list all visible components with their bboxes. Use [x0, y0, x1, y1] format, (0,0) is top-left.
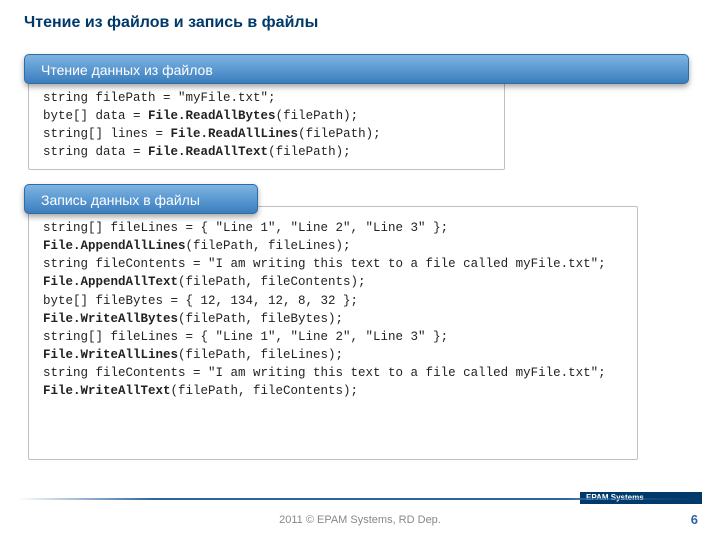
code-line: byte[] fileBytes = { 12, 134, 12, 8, 32 … — [43, 292, 623, 310]
code-line: string fileContents = "I am writing this… — [43, 364, 623, 382]
code-block-read: string filePath = "myFile.txt";byte[] da… — [29, 77, 504, 172]
code-line: string[] fileLines = { "Line 1", "Line 2… — [43, 328, 623, 346]
code-bold: File.ReadAllLines — [171, 127, 299, 141]
code-bold: File.AppendAllText — [43, 275, 178, 289]
code-bold: File.WriteAllLines — [43, 348, 178, 362]
code-line: File.WriteAllLines(filePath, fileLines); — [43, 346, 623, 364]
code-panel-read: string filePath = "myFile.txt";byte[] da… — [28, 76, 505, 170]
code-bold: File.WriteAllBytes — [43, 312, 178, 326]
code-bold: File.WriteAllText — [43, 384, 171, 398]
page-number: 6 — [691, 512, 698, 527]
code-bold: File.ReadAllText — [148, 145, 268, 159]
copyright: 2011 © EPAM Systems, RD Dep. — [0, 514, 720, 526]
footer: EPAM Systems 2011 © EPAM Systems, RD Dep… — [0, 492, 720, 540]
code-bold: File.ReadAllBytes — [148, 109, 276, 123]
code-line: File.WriteAllText(filePath, fileContents… — [43, 382, 623, 400]
code-line: string filePath = "myFile.txt"; — [43, 89, 490, 107]
code-line: string data = File.ReadAllText(filePath)… — [43, 143, 490, 161]
code-line: string[] lines = File.ReadAllLines(fileP… — [43, 125, 490, 143]
code-panel-write: string[] fileLines = { "Line 1", "Line 2… — [28, 206, 638, 460]
code-line: File.AppendAllText(filePath, fileContent… — [43, 273, 623, 291]
slide-title: Чтение из файлов и запись в файлы — [0, 0, 720, 32]
code-bold: File.AppendAllLines — [43, 239, 186, 253]
code-line: byte[] data = File.ReadAllBytes(filePath… — [43, 107, 490, 125]
code-line: File.WriteAllBytes(filePath, fileBytes); — [43, 310, 623, 328]
header-read: Чтение данных из файлов — [24, 54, 689, 84]
code-line: string[] fileLines = { "Line 1", "Line 2… — [43, 219, 623, 237]
footer-rule — [18, 498, 702, 500]
code-line: File.AppendAllLines(filePath, fileLines)… — [43, 237, 623, 255]
header-write: Запись данных в файлы — [24, 184, 258, 214]
code-block-write: string[] fileLines = { "Line 1", "Line 2… — [29, 207, 637, 410]
code-line: string fileContents = "I am writing this… — [43, 255, 623, 273]
